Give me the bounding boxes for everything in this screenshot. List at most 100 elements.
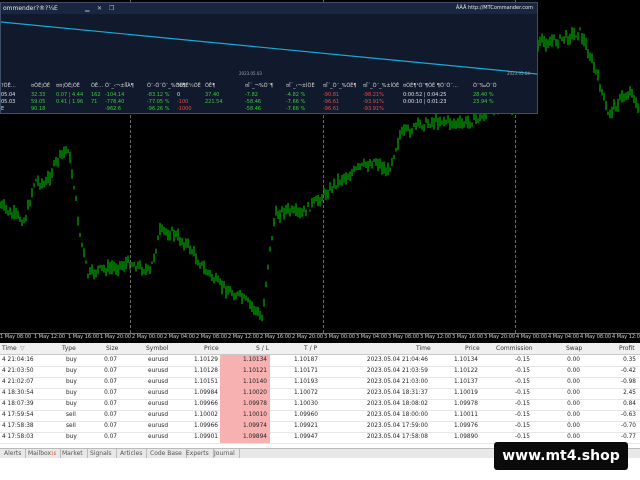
- tab-code-base[interactable]: Code Base: [146, 449, 187, 458]
- panel-stat-header: %ÕÊ¼ÕÊ: [177, 83, 201, 89]
- watermark-logo: www.mt4.shop: [494, 442, 628, 470]
- mtcommander-link[interactable]: ÂÃÂ http://MTCommander.com: [456, 5, 533, 11]
- time-axis-label: 3 May 20:00: [484, 334, 516, 340]
- col-tp[interactable]: T / P: [304, 345, 317, 352]
- panel-stat-cell: -83.12 %: [147, 92, 170, 98]
- trade-cell-commission: -0.15: [515, 401, 530, 407]
- col-profit[interactable]: Profit: [619, 345, 635, 352]
- trade-cell-sl: 1.10020: [243, 390, 267, 396]
- panel-stat-header: ¤ÕÊ¶¹Õ¨¶ÕÊ ¶Õ¨Õ¨…: [403, 83, 458, 89]
- tab-alerts[interactable]: Alerts: [0, 449, 27, 458]
- trade-cell-profit: -0.70: [621, 423, 636, 429]
- panel-stat-cell: -96.26 %: [147, 106, 170, 112]
- time-axis-label: 1 May 16:00: [68, 334, 100, 340]
- col-symbol[interactable]: Symbol: [146, 345, 168, 352]
- panel-stat-cell: -962.6: [105, 106, 122, 112]
- panel-stat-cell: 0.41 | 1.96: [56, 99, 84, 105]
- panel-stat-cell: -7.66 %: [286, 99, 306, 105]
- panel-stat-cell: -7.82: [245, 92, 258, 98]
- trade-cell-symbol: eurusd: [148, 357, 168, 363]
- window-close-icon[interactable]: ✕: [97, 5, 102, 12]
- trade-cell-tp: 1.10187: [294, 357, 318, 363]
- col-sl[interactable]: S / L: [256, 345, 269, 352]
- trade-cell-symbol: eurusd: [148, 401, 168, 407]
- price-chart[interactable]: 1 May 08:00 1 May 12:00 1 May 16:00 1 May 2…: [0, 0, 640, 343]
- trade-cell-time: 4 17:58:38: [2, 423, 34, 429]
- tab-journal[interactable]: Journal: [210, 449, 240, 458]
- trade-cell-tp: 1.09960: [294, 412, 318, 418]
- trade-cell-sl: 1.09974: [243, 423, 267, 429]
- col-time[interactable]: Time: [2, 345, 17, 352]
- trade-cell-price2: 1.10137: [454, 379, 478, 385]
- trade-cell-size: 0.07: [104, 357, 117, 363]
- trade-cell-size: 0.07: [104, 401, 117, 407]
- mtcommander-panel[interactable]: ommender?®?¼E ▁ ✕ ❐ ÂÃÂ http://MTCommand…: [0, 2, 538, 114]
- col-close-price[interactable]: Price: [465, 345, 480, 352]
- time-axis-label: 2 May 16:00: [260, 334, 292, 340]
- tab-label: Experts: [186, 450, 209, 457]
- panel-stat-cell: 28.40 %: [473, 92, 494, 98]
- time-axis-label: 1 May 20:00: [100, 334, 132, 340]
- trade-cell-time2: 2023.05.04 17:59:00: [366, 423, 428, 429]
- col-commission[interactable]: Commission: [496, 345, 533, 352]
- col-size[interactable]: Size: [106, 345, 118, 352]
- trade-cell-commission: -0.15: [515, 357, 530, 363]
- trade-cell-commission: -0.15: [515, 412, 530, 418]
- trade-cell-sl: 1.09894: [243, 434, 267, 440]
- panel-stat-cell: -77.05 %: [147, 99, 170, 105]
- equity-line: [1, 21, 537, 75]
- trade-cell-profit: -0.98: [621, 379, 636, 385]
- panel-stat-header: Õ¨_‹¬±ÍÏÀ¶: [105, 83, 134, 89]
- trade-cell-profit: 0.84: [623, 401, 636, 407]
- trade-cell-profit: 2.45: [623, 390, 636, 396]
- trade-cell-swap: 0.00: [567, 368, 580, 374]
- panel-stat-header: ¤Ï´_‹¬±ÍÕÊ: [286, 83, 315, 89]
- trade-cell-size: 0.07: [104, 434, 117, 440]
- time-axis-label: 4 May 08:00: [580, 334, 612, 340]
- col-price[interactable]: Price: [204, 345, 219, 352]
- plot-date-right: 2023.05.04: [507, 71, 530, 76]
- col-swap[interactable]: Swap: [566, 345, 582, 352]
- trade-cell-time2: 2023.05.04 18:31:37: [366, 390, 428, 396]
- trade-cell-tp: 1.10030: [294, 401, 318, 407]
- col-close-time[interactable]: Time: [416, 345, 431, 352]
- panel-stat-cell: -778.40: [105, 99, 125, 105]
- trade-cell-symbol: eurusd: [148, 390, 168, 396]
- table-header: Time ▽ Type Size Symbol Price S / L T / …: [0, 343, 640, 355]
- tab-signals[interactable]: Signals: [86, 449, 117, 458]
- trade-cell-size: 0.07: [104, 379, 117, 385]
- panel-stat-header: ¤¤¦ÕÊ¦ÕÊ: [56, 83, 80, 89]
- tab-market[interactable]: Market: [58, 449, 88, 458]
- time-axis: 1 May 08:00 1 May 12:00 1 May 16:00 1 May 2…: [0, 333, 640, 343]
- panel-stat-row: E 90.18 -962.6 -96.26 % -1000 -58.46 -7.66 % -9…: [1, 106, 537, 113]
- trade-cell-profit: 0.35: [623, 357, 636, 363]
- time-axis-label: 2 May 12:00: [228, 334, 260, 340]
- trade-cell-price: 1.10129: [194, 357, 218, 363]
- trade-cell-time: 4 18:07:39: [2, 401, 34, 407]
- trade-cell-tp: 1.09947: [294, 434, 318, 440]
- col-type[interactable]: Type: [62, 345, 76, 352]
- trade-cell-time2: 2023.05.04 21:03:00: [366, 379, 428, 385]
- time-axis-label: 2 May 04:00: [164, 334, 196, 340]
- panel-titlebar[interactable]: ommender?®?¼E ▁ ✕ ❐ ÂÃÂ http://MTCommand…: [1, 3, 537, 14]
- trade-cell-price2: 1.10011: [454, 412, 478, 418]
- trade-cell-type: sell: [66, 423, 76, 429]
- window-minimize-icon[interactable]: ▁: [85, 5, 90, 12]
- trade-cell-price: 1.10002: [194, 412, 218, 418]
- window-restore-icon[interactable]: ❐: [109, 5, 114, 12]
- trade-cell-size: 0.07: [104, 412, 117, 418]
- panel-stat-cell: 221.54: [205, 99, 223, 105]
- tab-mailbox[interactable]: Mailbox16: [24, 449, 62, 458]
- sort-icon[interactable]: ▽: [20, 345, 25, 352]
- tab-articles[interactable]: Articles: [116, 449, 148, 458]
- trade-cell-symbol: eurusd: [148, 368, 168, 374]
- panel-stat-row: 05.04 32.33 0.07 | 4.44 162 -104.14 -83.12 % 0…: [1, 92, 537, 99]
- time-axis-label: 2 May 00:00: [132, 334, 164, 340]
- tab-label: Alerts: [4, 450, 22, 457]
- panel-stat-cell: -104.14: [105, 92, 125, 98]
- tab-label: Signals: [90, 450, 112, 457]
- trade-cell-price2: 1.09890: [454, 434, 478, 440]
- panel-stat-header: ¤ÕÊ¦ÕÊ: [31, 83, 51, 89]
- trade-cell-size: 0.07: [104, 368, 117, 374]
- trade-cell-symbol: eurusd: [148, 412, 168, 418]
